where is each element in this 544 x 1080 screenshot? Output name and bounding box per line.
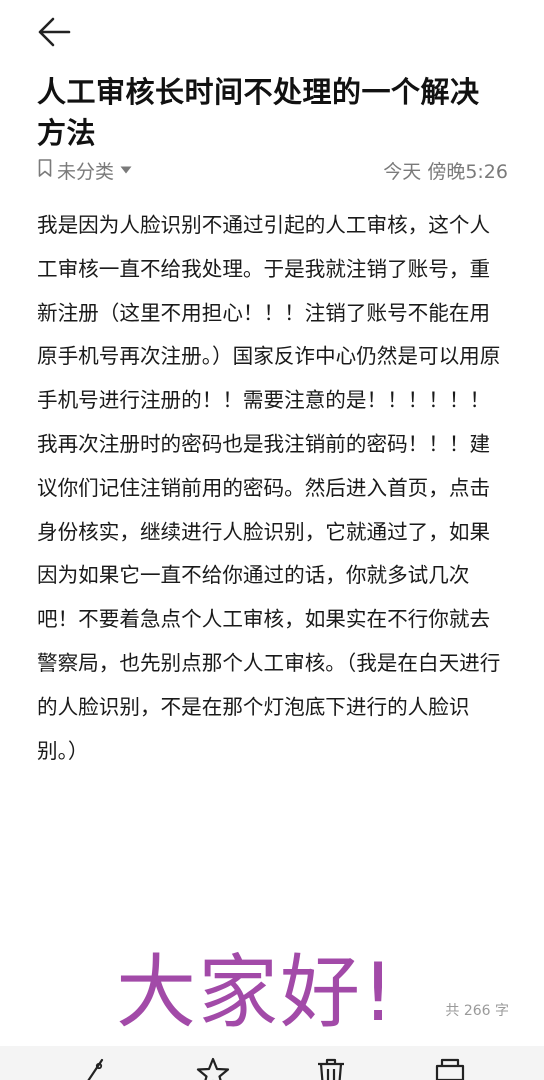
delete-button[interactable] xyxy=(311,1056,351,1080)
note-body[interactable]: 我是因为人脸识别不通过引起的人工审核，这个人工审核一直不给我处理。于是我就注销了… xyxy=(37,204,505,773)
note-meta: 未分类 今天 傍晚5:26 xyxy=(37,156,508,184)
trash-icon xyxy=(314,1056,348,1080)
note-timestamp: 今天 傍晚5:26 xyxy=(383,160,508,183)
edit-button[interactable] xyxy=(75,1056,115,1080)
star-icon xyxy=(195,1056,231,1080)
word-count: 共 266 字 xyxy=(445,1003,509,1019)
note-title: 人工审核长时间不处理的一个解决方法 xyxy=(37,75,480,150)
print-icon xyxy=(432,1056,468,1080)
print-button[interactable] xyxy=(430,1056,470,1080)
back-button[interactable] xyxy=(34,14,74,54)
arrow-left-icon xyxy=(37,17,71,51)
caret-down-icon xyxy=(120,166,132,174)
pen-icon xyxy=(78,1056,112,1080)
category-label: 未分类 xyxy=(57,160,115,183)
category-selector[interactable]: 未分类 xyxy=(37,157,132,184)
overlay-greeting: 大家好! xyxy=(116,946,397,1039)
bottom-toolbar xyxy=(0,1046,544,1080)
favorite-button[interactable] xyxy=(193,1056,233,1080)
bookmark-icon xyxy=(37,158,53,183)
